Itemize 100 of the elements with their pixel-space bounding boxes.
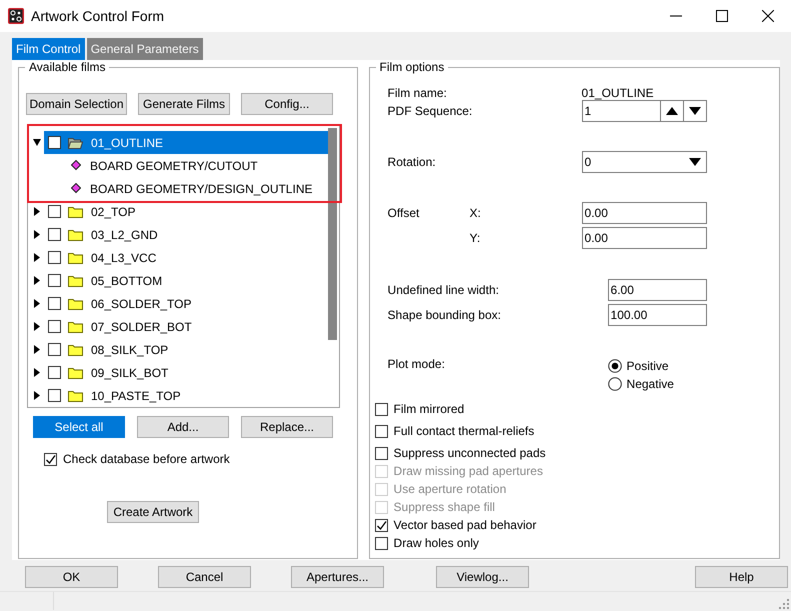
close-icon[interactable] xyxy=(762,10,774,22)
checkbox-label: Draw missing pad apertures xyxy=(394,464,543,478)
field-label: Plot mode: xyxy=(388,357,446,371)
expander-icon[interactable] xyxy=(33,276,41,285)
field-label: Rotation: xyxy=(388,155,437,169)
checkbox-label: Check database before artwork xyxy=(63,452,230,466)
checkbox[interactable] xyxy=(374,424,388,438)
checkbox[interactable] xyxy=(48,136,61,149)
caret-icon xyxy=(688,158,701,166)
input-field[interactable]: 6.00 xyxy=(608,279,707,301)
tree-item[interactable]: 06_SOLDER_TOP xyxy=(44,292,328,315)
checkbox[interactable] xyxy=(374,518,388,532)
tree-item[interactable]: 07_SOLDER_BOT xyxy=(44,315,328,338)
expander-icon[interactable] xyxy=(33,391,41,400)
checkbox[interactable] xyxy=(48,320,61,333)
group-title: Available films xyxy=(25,60,110,74)
expander-icon[interactable] xyxy=(33,138,41,147)
tree-item[interactable]: 04_L3_VCC xyxy=(44,246,328,269)
button[interactable]: Select all xyxy=(33,416,125,438)
button[interactable]: Domain Selection xyxy=(26,93,127,115)
maximize-icon[interactable] xyxy=(716,10,728,22)
input-field[interactable]: 0.00 xyxy=(582,227,707,249)
checkbox[interactable] xyxy=(48,274,61,287)
button[interactable]: Config... xyxy=(241,93,333,115)
group-title: Film options xyxy=(376,60,448,74)
tree-item[interactable]: 09_SILK_BOT xyxy=(44,361,328,384)
field-label: Shape bounding box: xyxy=(388,308,502,322)
expander-icon[interactable] xyxy=(33,299,41,308)
radio-button[interactable] xyxy=(608,359,622,373)
tree-item[interactable]: 08_SILK_TOP xyxy=(44,338,328,361)
button[interactable]: OK xyxy=(25,566,118,588)
field-label: Offset xyxy=(388,206,420,220)
checkbox[interactable] xyxy=(48,297,61,310)
folder-icon xyxy=(68,390,83,402)
checkbox-label: Film mirrored xyxy=(394,402,464,416)
checkbox-label: Suppress unconnected pads xyxy=(394,446,546,460)
create-button[interactable]: Create Artwork xyxy=(107,501,199,523)
up-arrow-icon[interactable] xyxy=(666,107,678,115)
tree-item[interactable]: BOARD GEOMETRY/CUTOUT xyxy=(28,154,328,177)
down-arrow-icon[interactable] xyxy=(688,107,701,115)
field-label: Film name: xyxy=(388,86,448,100)
field-label: Undefined line width: xyxy=(388,283,500,297)
expander-icon[interactable] xyxy=(33,368,41,377)
button[interactable]: Replace... xyxy=(241,416,333,438)
window-title: Artwork Control Form xyxy=(31,8,164,24)
checkbox[interactable] xyxy=(374,536,388,550)
tree-item[interactable]: 05_BOTTOM xyxy=(44,269,328,292)
tree-item[interactable]: 02_TOP xyxy=(44,200,328,223)
folder-icon xyxy=(68,344,83,356)
film-name-value: 01_OUTLINE xyxy=(582,86,654,100)
checkbox[interactable] xyxy=(48,389,61,402)
tree-item[interactable]: 01_OUTLINE xyxy=(44,131,328,154)
scrollbar-thumb[interactable] xyxy=(328,128,337,340)
radio-button[interactable] xyxy=(608,377,622,391)
folder-icon xyxy=(68,298,83,310)
dropdown[interactable]: 0 xyxy=(582,151,707,173)
radio-label: Negative xyxy=(626,377,674,391)
checkbox-label: Draw holes only xyxy=(394,536,479,550)
checkbox-label: Use aperture rotation xyxy=(394,482,506,496)
button[interactable]: Cancel xyxy=(158,566,251,588)
folder-icon xyxy=(68,228,83,240)
spin-field[interactable]: 1 xyxy=(582,100,707,122)
button[interactable]: Apertures... xyxy=(291,566,384,588)
tab[interactable]: General Parameters xyxy=(86,38,203,60)
folder-icon xyxy=(68,320,83,332)
expander-icon[interactable] xyxy=(33,230,41,239)
checkbox-label: Suppress shape fill xyxy=(394,500,495,514)
field-label: Y: xyxy=(470,231,482,245)
radio-label: Positive xyxy=(626,359,669,373)
folder-icon xyxy=(68,206,83,218)
expander-icon[interactable] xyxy=(33,253,41,262)
button[interactable]: Help xyxy=(695,566,788,588)
folder-icon xyxy=(68,366,83,378)
checkbox[interactable] xyxy=(374,402,388,416)
input-field[interactable]: 100.00 xyxy=(608,304,707,326)
checkbox[interactable] xyxy=(48,343,61,356)
folder-icon xyxy=(68,252,83,264)
tree-item[interactable]: 03_L2_GND xyxy=(44,223,328,246)
checkbox[interactable] xyxy=(48,366,61,379)
folder-icon xyxy=(68,136,83,148)
tab[interactable]: Film Control xyxy=(12,38,85,60)
field-label: X: xyxy=(470,206,482,220)
checkbox[interactable] xyxy=(48,228,61,241)
checkbox[interactable] xyxy=(48,251,61,264)
folder-icon xyxy=(68,274,83,286)
input-field[interactable]: 0.00 xyxy=(582,202,707,224)
checkbox[interactable] xyxy=(374,446,388,460)
resize-grip-icon[interactable] xyxy=(779,599,789,609)
expander-icon[interactable] xyxy=(33,345,41,354)
checkbox-label: Full contact thermal-reliefs xyxy=(394,424,534,438)
expander-icon[interactable] xyxy=(33,207,41,216)
button[interactable]: Add... xyxy=(137,416,229,438)
expander-icon[interactable] xyxy=(33,322,41,331)
checkbox[interactable] xyxy=(44,452,57,466)
button[interactable]: Viewlog... xyxy=(436,566,529,588)
checkbox[interactable] xyxy=(48,205,61,218)
button[interactable]: Generate Films xyxy=(138,93,230,115)
tree-item[interactable]: BOARD GEOMETRY/DESIGN_OUTLINE xyxy=(28,177,328,200)
tree-item[interactable]: 10_PASTE_TOP xyxy=(44,384,328,407)
diamond-icon xyxy=(71,160,81,171)
